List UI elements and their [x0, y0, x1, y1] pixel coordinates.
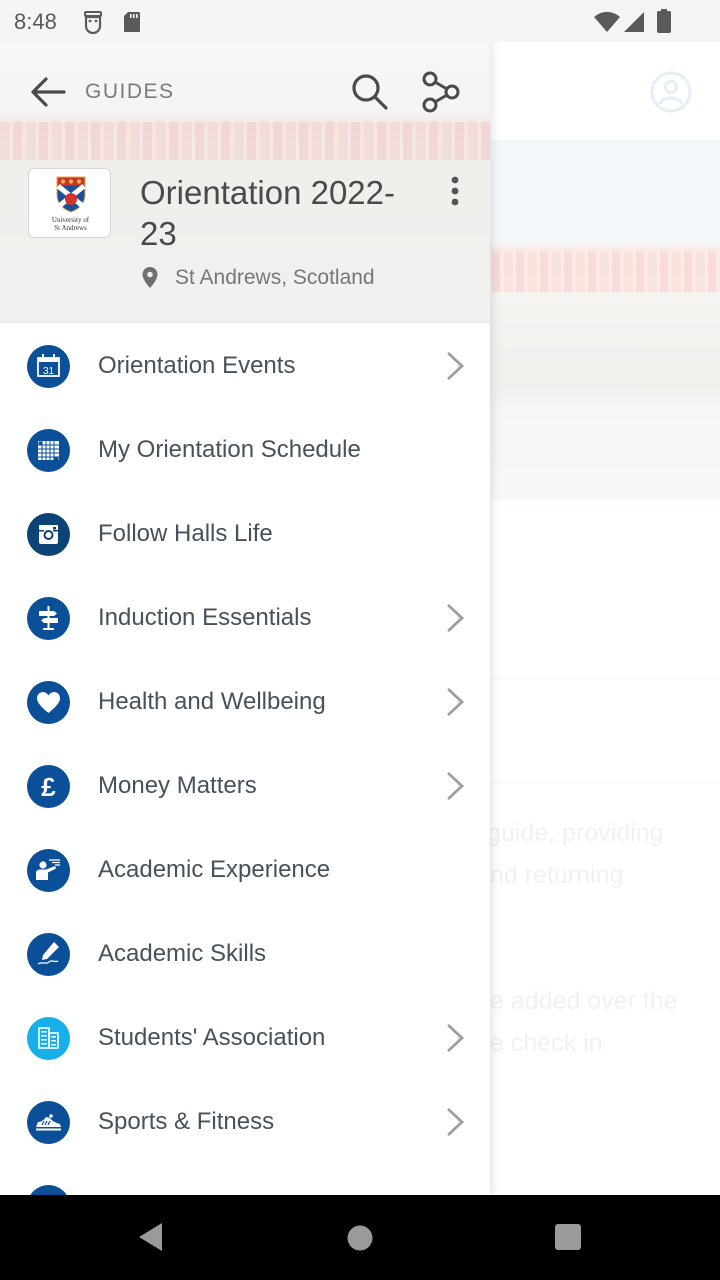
menu-item-label: My Orientation Schedule: [98, 436, 361, 463]
status-time: 8:48: [14, 9, 57, 34]
pen-writing-icon: [27, 933, 70, 976]
menu-item-partial[interactable]: [0, 1164, 490, 1195]
menu-item-label: Money Matters: [98, 772, 257, 799]
chevron-right-icon: [440, 1106, 470, 1138]
logo-caption-line: University of: [51, 216, 90, 224]
menu-item-my-orientation-schedule[interactable]: My Orientation Schedule: [0, 408, 490, 492]
arrow-left-icon: [31, 77, 66, 107]
presenter-icon: [27, 849, 70, 892]
menu-item-sports-and-fitness[interactable]: Sports & Fitness: [0, 1080, 490, 1164]
menu-item-icon: [27, 1185, 70, 1195]
status-bar: 8:48: [0, 0, 720, 42]
menu-item-academic-skills[interactable]: Academic Skills: [0, 912, 490, 996]
map-pin-icon: [141, 266, 159, 290]
wifi-icon: [593, 11, 621, 38]
app-screen: 8:48 guide, providing nd returning: [0, 0, 720, 1280]
menu-item-academic-experience[interactable]: Academic Experience: [0, 828, 490, 912]
calendar-grid-icon: [27, 429, 70, 472]
share-button[interactable]: [419, 70, 463, 114]
menu-item-label: Health and Wellbeing: [98, 688, 326, 715]
battery-icon: [657, 9, 671, 38]
notification-app-icon: [82, 10, 104, 39]
chevron-right-icon: [440, 1022, 470, 1054]
drawer-scrim[interactable]: [490, 42, 720, 1195]
crest-icon: [56, 176, 86, 213]
more-vertical-icon: [451, 176, 459, 206]
drawer-header: GUIDES University of St Andrews Orientat…: [0, 42, 490, 323]
sneaker-icon: [27, 1101, 70, 1144]
nav-recents-icon[interactable]: [554, 1223, 582, 1256]
building-icon: [27, 1017, 70, 1060]
menu-item-orientation-events[interactable]: 31 Orientation Events: [0, 324, 490, 408]
menu-item-students-association[interactable]: Students' Association: [0, 996, 490, 1080]
logo-caption: University of St Andrews: [29, 216, 112, 232]
signpost-icon: [27, 597, 70, 640]
chevron-right-icon: [440, 686, 470, 718]
nav-home-icon[interactable]: [346, 1224, 374, 1257]
menu-item-label: Follow Halls Life: [98, 520, 273, 547]
pound-icon: £: [27, 765, 70, 808]
more-options-button[interactable]: [440, 174, 470, 210]
heart-icon: [27, 681, 70, 724]
instagram-icon: [27, 513, 70, 556]
chevron-right-icon: [440, 770, 470, 802]
header-divider: [0, 322, 490, 323]
svg-text:£: £: [41, 772, 56, 802]
location-text: St Andrews, Scotland: [175, 266, 375, 289]
sd-card-icon: [122, 10, 142, 39]
drawer-menu: 31 Orientation Events My Orientation Sch…: [0, 324, 490, 1195]
system-navigation-bar: [0, 1195, 720, 1280]
search-button[interactable]: [348, 70, 392, 114]
menu-item-induction-essentials[interactable]: Induction Essentials: [0, 576, 490, 660]
menu-item-label: Orientation Events: [98, 352, 296, 379]
back-button[interactable]: [26, 70, 70, 114]
guides-label[interactable]: GUIDES: [85, 80, 175, 104]
university-logo: University of St Andrews: [28, 168, 111, 238]
nav-back-icon[interactable]: [136, 1221, 164, 1258]
search-icon: [352, 74, 388, 110]
chevron-right-icon: [440, 350, 470, 382]
menu-item-money-matters[interactable]: £ Money Matters: [0, 744, 490, 828]
logo-caption-line: St Andrews: [54, 224, 87, 232]
chevron-right-icon: [440, 602, 470, 634]
menu-item-label: Academic Experience: [98, 856, 331, 883]
menu-item-label: Induction Essentials: [98, 604, 312, 631]
svg-text:31: 31: [43, 366, 55, 377]
calendar-31-icon: 31: [27, 345, 70, 388]
menu-item-label: Sports & Fitness: [98, 1108, 275, 1135]
navigation-drawer: GUIDES University of St Andrews Orientat…: [0, 42, 490, 1195]
menu-item-health-and-wellbeing[interactable]: Health and Wellbeing: [0, 660, 490, 744]
cell-signal-icon: [623, 11, 645, 38]
share-icon: [422, 71, 460, 113]
guide-title: Orientation 2022-23: [140, 174, 395, 252]
menu-item-follow-halls-life[interactable]: Follow Halls Life: [0, 492, 490, 576]
menu-item-label: Students' Association: [98, 1024, 326, 1051]
menu-item-label: Academic Skills: [98, 940, 267, 967]
